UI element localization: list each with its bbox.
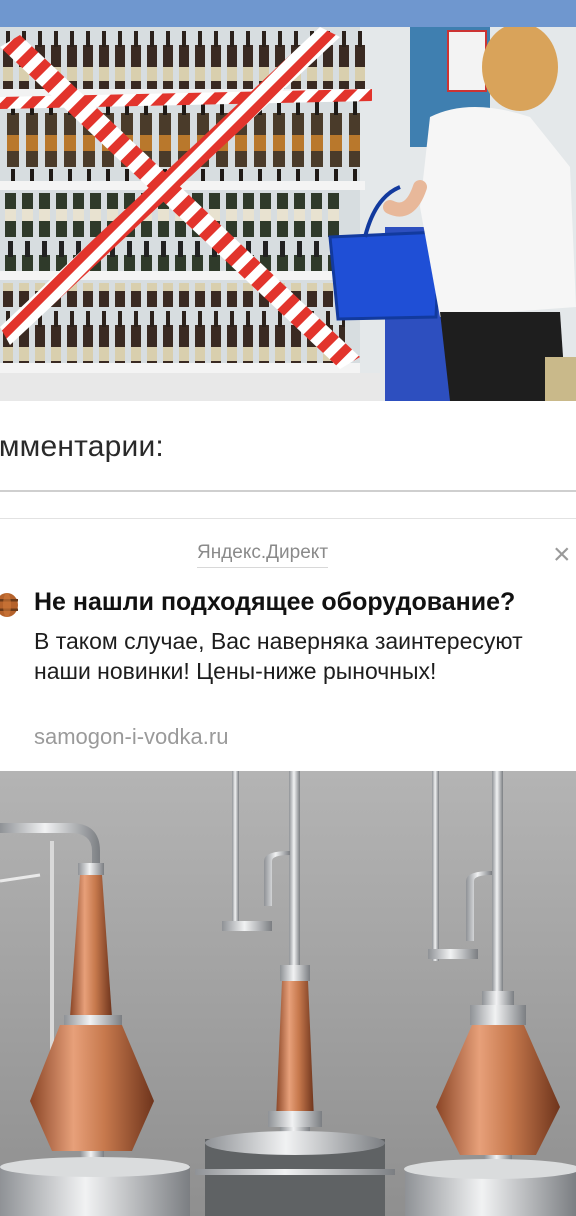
close-icon[interactable]: × bbox=[553, 540, 576, 570]
divider bbox=[0, 490, 576, 492]
top-bar bbox=[0, 0, 576, 27]
ad-image-distillers[interactable] bbox=[0, 771, 576, 1216]
article-page: ммментарии: Яндекс.Директ × Не нашли под… bbox=[0, 0, 576, 1216]
alcohol-shelves-illustration bbox=[0, 27, 576, 401]
ad-domain-link[interactable]: samogon-i-vodka.ru bbox=[34, 724, 228, 750]
ad-source-label[interactable]: Яндекс.Директ bbox=[197, 542, 329, 568]
divider bbox=[0, 518, 576, 519]
ad-body-text[interactable]: В таком случае, Вас наверняка заинтересу… bbox=[34, 626, 564, 686]
copper-distillers-illustration bbox=[0, 771, 576, 1216]
article-photo-alcohol-shelves bbox=[0, 27, 576, 401]
comments-heading: ммментарии: bbox=[0, 430, 164, 463]
ad-title-link[interactable]: Не нашли подходящее оборудование? bbox=[34, 588, 515, 617]
barrel-favicon-icon bbox=[0, 592, 20, 618]
